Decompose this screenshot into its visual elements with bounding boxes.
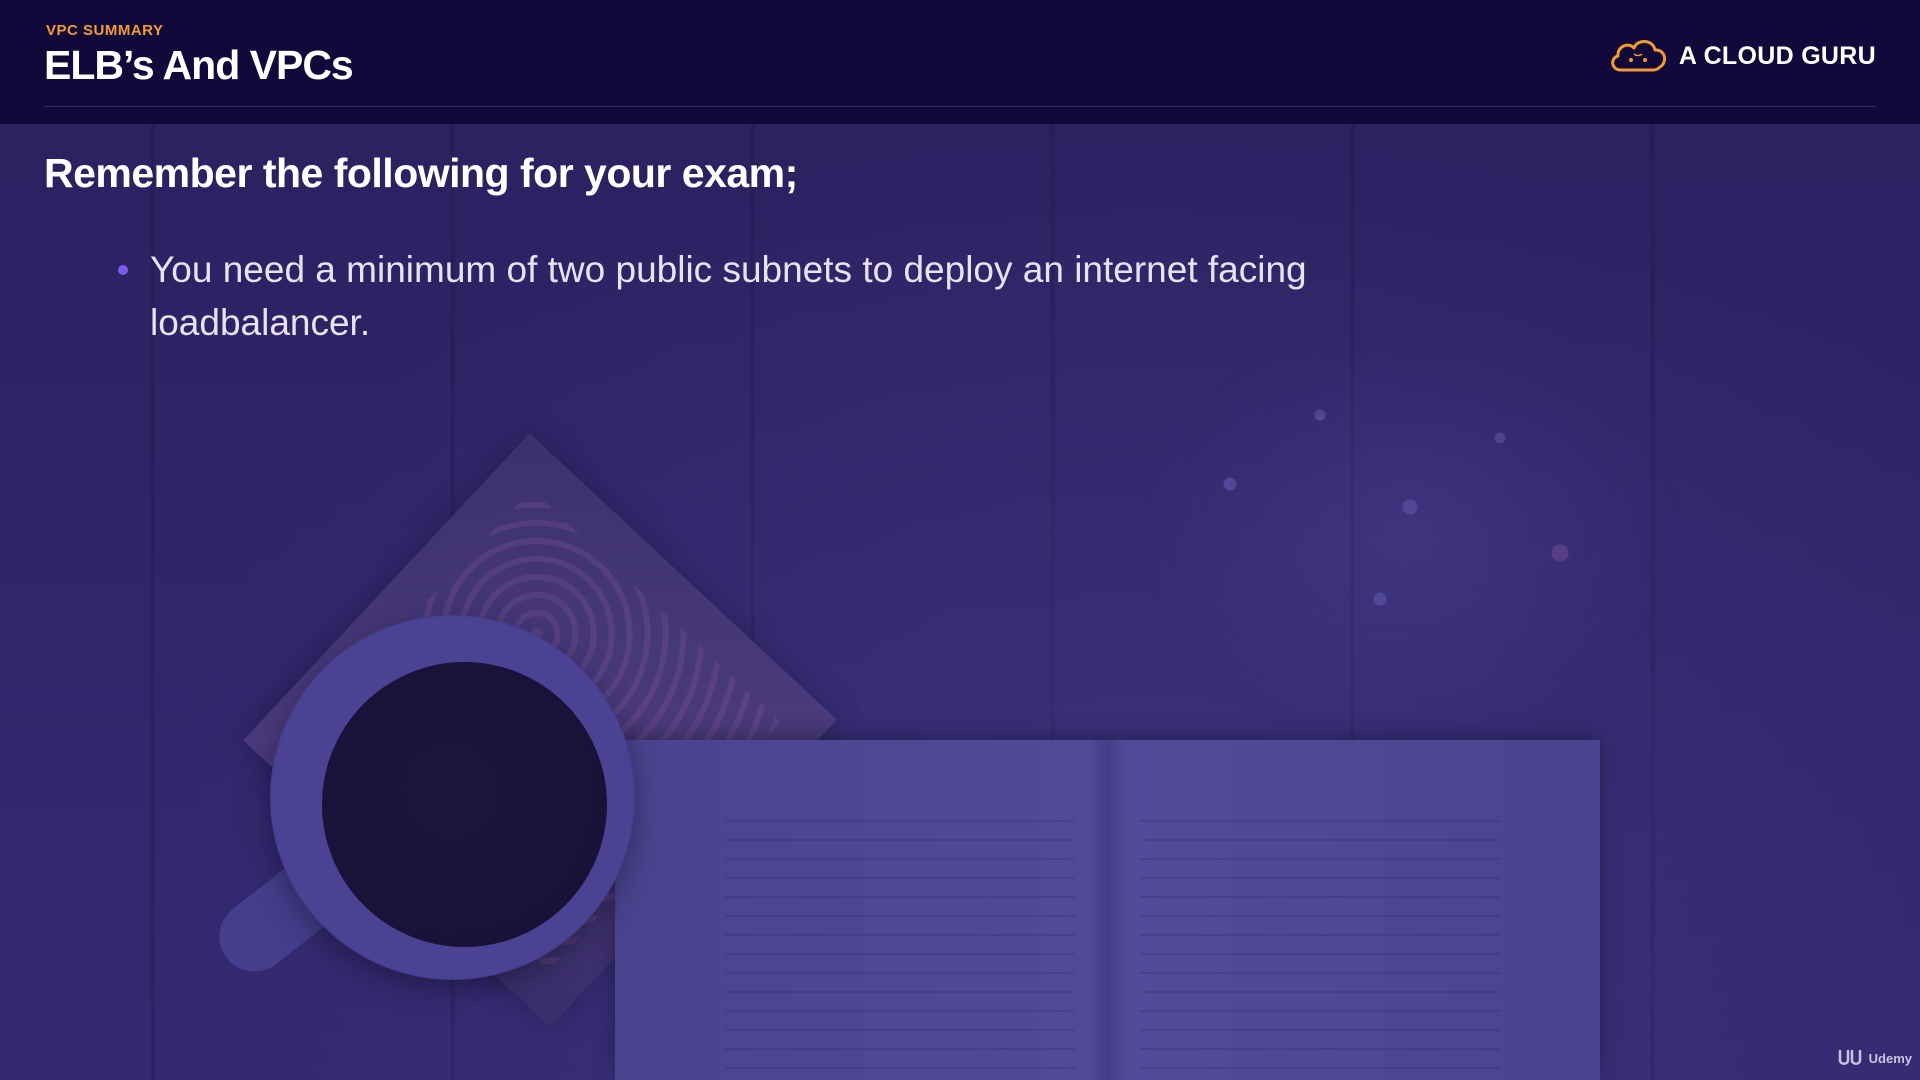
book-right-page — [1140, 820, 1500, 1080]
brand-logo: A CLOUD GURU — [1607, 36, 1876, 76]
slide-title: ELB’s And VPCs — [44, 42, 354, 88]
header-divider — [44, 106, 1876, 107]
brand-name: A CLOUD GURU — [1678, 41, 1876, 70]
flowers-image — [1110, 300, 1710, 760]
book-left-page — [725, 820, 1075, 1080]
content-heading: Remember the following for your exam; — [44, 150, 798, 196]
watermark-text: Udemy — [1868, 1050, 1912, 1066]
slide-header: VPC SUMMARY ELB’s And VPCs A CLOUD GURU — [0, 0, 1920, 124]
cloud-icon — [1611, 40, 1666, 72]
udemy-logo-icon — [1838, 1049, 1861, 1065]
section-kicker: VPC SUMMARY — [46, 22, 164, 39]
bullet-text: You need a minimum of two public subnets… — [150, 249, 1307, 343]
bullet-list: You need a minimum of two public subnets… — [110, 243, 1370, 349]
coffee-image — [322, 662, 607, 947]
bullet-item: You need a minimum of two public subnets… — [110, 243, 1370, 349]
open-book-image — [615, 740, 1600, 1080]
bullet-dot-icon — [118, 265, 128, 275]
udemy-watermark: Udemy — [1837, 1048, 1912, 1068]
coffee-cup-image — [270, 615, 635, 980]
